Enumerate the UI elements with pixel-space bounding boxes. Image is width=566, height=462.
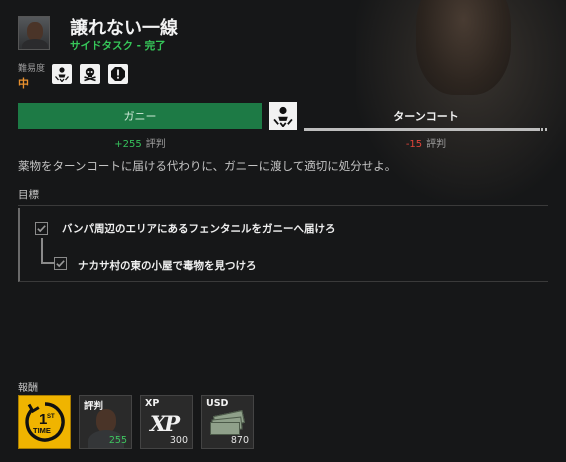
objective-text: バンパ周辺のエリアにあるフェンタニルをガニーへ届けろ	[62, 223, 336, 235]
first-time-icon: 1 ST TIME	[25, 402, 65, 442]
difficulty-value: 中	[18, 77, 29, 90]
difficulty-label: 難易度	[18, 64, 46, 74]
choice-person-icon	[269, 102, 297, 130]
subtitle-separator: -	[133, 40, 145, 52]
rewards-list: 1 ST TIME 評判 255 XP XP 300 USD 870	[18, 395, 254, 449]
turncoat-reputation-value: -15	[405, 139, 423, 150]
reward-amount: 255	[108, 435, 127, 446]
turncoat-underline	[304, 128, 540, 131]
reward-name: XP	[145, 398, 160, 409]
turncoat-reputation-unit: 評判	[426, 139, 447, 150]
xp-reward[interactable]: XP XP 300	[140, 395, 193, 449]
xp-icon: XP	[150, 411, 180, 436]
reward-amount: 300	[169, 435, 188, 446]
first-time-reward[interactable]: 1 ST TIME	[18, 395, 71, 449]
reward-amount: 870	[230, 435, 249, 446]
subobjective-checkbox	[54, 257, 67, 270]
objectives-divider	[18, 205, 548, 206]
difficulty: 難易度 中	[18, 61, 45, 91]
choice-option-gunny[interactable]: ガニー	[18, 103, 262, 129]
usd-reward[interactable]: USD 870	[201, 395, 254, 449]
alert-octagon-icon	[108, 64, 128, 84]
subobjective-connector	[41, 262, 55, 264]
quest-tags	[52, 64, 128, 84]
svg-text:ST: ST	[47, 414, 55, 420]
reward-name: 評判	[84, 401, 104, 412]
faction-choice: ガニー ターンコート	[18, 102, 549, 131]
subobjective-connector	[41, 238, 43, 264]
objectives-list: バンパ周辺のエリアにあるフェンタニルをガニーへ届けろ ナカサ村の東の小屋で毒物を…	[18, 208, 548, 282]
rewards-heading: 報酬	[18, 383, 38, 394]
gunny-reputation-unit: 評判	[145, 139, 166, 150]
objective-checkbox	[35, 222, 48, 235]
quest-giver-face-art	[416, 0, 511, 95]
skull-crossbones-icon	[80, 64, 100, 84]
quest-giver-portrait	[18, 16, 50, 50]
objectives-heading: 目標	[18, 189, 39, 201]
quest-title: 譲れない一線	[70, 18, 178, 39]
choice-person-icon	[52, 64, 72, 84]
reputation-reward[interactable]: 評判 255	[79, 395, 132, 449]
quest-status: 完了	[144, 40, 166, 52]
svg-text:TIME: TIME	[33, 426, 51, 435]
cash-stack-icon	[210, 410, 246, 435]
quest-subtitle: サイドタスク - 完了	[70, 38, 166, 53]
turncoat-reputation: -15 評判	[304, 135, 548, 150]
quest-type: サイドタスク	[70, 40, 133, 52]
gunny-reputation: +255 評判	[18, 135, 262, 150]
choice-option-turncoat[interactable]: ターンコート	[304, 103, 548, 129]
quest-description: 薬物をターンコートに届ける代わりに、ガニーに渡して適切に処分せよ。	[18, 159, 397, 173]
turncoat-underline-dots	[541, 128, 549, 131]
subobjective-text: ナカサ村の東の小屋で毒物を見つけろ	[78, 260, 257, 272]
reward-name: USD	[206, 398, 229, 409]
gunny-reputation-value: +255	[114, 139, 142, 150]
